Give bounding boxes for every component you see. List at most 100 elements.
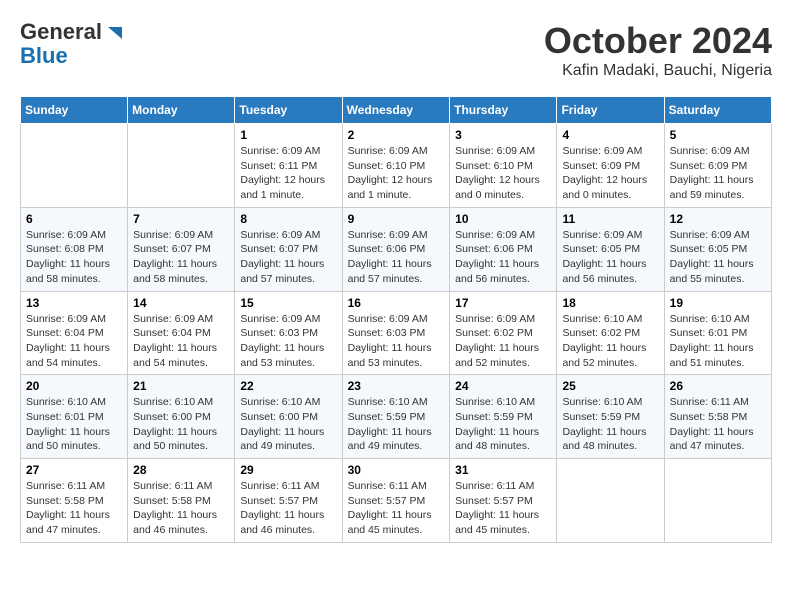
logo-arrow-icon [104, 23, 122, 41]
day-number: 10 [455, 212, 551, 226]
day-number: 16 [348, 296, 445, 310]
calendar-cell: 9 Sunrise: 6:09 AM Sunset: 6:06 PM Daylig… [342, 207, 450, 291]
title-block: October 2024 Kafin Madaki, Bauchi, Niger… [544, 20, 772, 80]
calendar-cell [21, 124, 128, 208]
weekday-header-saturday: Saturday [664, 97, 771, 124]
calendar-table: SundayMondayTuesdayWednesdayThursdayFrid… [20, 96, 772, 543]
calendar-cell: 11 Sunrise: 6:09 AM Sunset: 6:05 PM Dayli… [557, 207, 664, 291]
calendar-week-1: 1Sunrise: 6:09 AM Sunset: 6:11 PM Daylig… [21, 124, 772, 208]
day-number: 11 [562, 212, 658, 226]
day-info: Sunrise: 6:09 AM Sunset: 6:06 PM Dayligh… [455, 228, 551, 287]
day-info: Sunrise: 6:11 AM Sunset: 5:57 PM Dayligh… [240, 479, 336, 538]
calendar-cell [128, 124, 235, 208]
calendar-cell: 14Sunrise: 6:09 AM Sunset: 6:04 PM Dayli… [128, 291, 235, 375]
calendar-header-row: SundayMondayTuesdayWednesdayThursdayFrid… [21, 97, 772, 124]
day-info: Sunrise: 6:09 AM Sunset: 6:06 PM Dayligh… [348, 228, 445, 287]
day-info: Sunrise: 6:11 AM Sunset: 5:58 PM Dayligh… [26, 479, 122, 538]
weekday-header-friday: Friday [557, 97, 664, 124]
day-number: 30 [348, 463, 445, 477]
calendar-cell: 3Sunrise: 6:09 AM Sunset: 6:10 PM Daylig… [450, 124, 557, 208]
day-number: 28 [133, 463, 229, 477]
calendar-week-5: 27 Sunrise: 6:11 AM Sunset: 5:58 PM Dayli… [21, 459, 772, 543]
weekday-header-monday: Monday [128, 97, 235, 124]
day-info: Sunrise: 6:10 AM Sunset: 5:59 PM Dayligh… [348, 395, 445, 454]
day-info: Sunrise: 6:09 AM Sunset: 6:07 PM Dayligh… [133, 228, 229, 287]
calendar-week-4: 20 Sunrise: 6:10 AM Sunset: 6:01 PM Dayli… [21, 375, 772, 459]
calendar-cell: 24Sunrise: 6:10 AM Sunset: 5:59 PM Dayli… [450, 375, 557, 459]
calendar-cell [557, 459, 664, 543]
day-number: 5 [670, 128, 766, 142]
day-info: Sunrise: 6:10 AM Sunset: 6:00 PM Dayligh… [133, 395, 229, 454]
day-info: Sunrise: 6:10 AM Sunset: 5:59 PM Dayligh… [562, 395, 658, 454]
logo-general: General [20, 20, 102, 44]
day-info: Sunrise: 6:09 AM Sunset: 6:10 PM Dayligh… [348, 144, 445, 203]
calendar-cell: 28Sunrise: 6:11 AM Sunset: 5:58 PM Dayli… [128, 459, 235, 543]
day-info: Sunrise: 6:10 AM Sunset: 6:02 PM Dayligh… [562, 312, 658, 371]
day-info: Sunrise: 6:09 AM Sunset: 6:04 PM Dayligh… [26, 312, 122, 371]
day-number: 12 [670, 212, 766, 226]
page-header: General Blue October 2024 Kafin Madaki, … [20, 20, 772, 80]
calendar-cell: 29 Sunrise: 6:11 AM Sunset: 5:57 PM Dayli… [235, 459, 342, 543]
calendar-cell: 21 Sunrise: 6:10 AM Sunset: 6:00 PM Dayli… [128, 375, 235, 459]
weekday-header-tuesday: Tuesday [235, 97, 342, 124]
location: Kafin Madaki, Bauchi, Nigeria [544, 62, 772, 80]
day-number: 21 [133, 379, 229, 393]
day-number: 4 [562, 128, 658, 142]
day-number: 29 [240, 463, 336, 477]
calendar-cell: 6 Sunrise: 6:09 AM Sunset: 6:08 PM Daylig… [21, 207, 128, 291]
day-info: Sunrise: 6:09 AM Sunset: 6:02 PM Dayligh… [455, 312, 551, 371]
day-number: 22 [240, 379, 336, 393]
calendar-cell: 26 Sunrise: 6:11 AM Sunset: 5:58 PM Dayli… [664, 375, 771, 459]
day-number: 27 [26, 463, 122, 477]
day-info: Sunrise: 6:10 AM Sunset: 6:01 PM Dayligh… [26, 395, 122, 454]
day-info: Sunrise: 6:11 AM Sunset: 5:58 PM Dayligh… [670, 395, 766, 454]
day-number: 8 [240, 212, 336, 226]
calendar-cell: 17 Sunrise: 6:09 AM Sunset: 6:02 PM Dayli… [450, 291, 557, 375]
weekday-header-sunday: Sunday [21, 97, 128, 124]
day-number: 18 [562, 296, 658, 310]
calendar-cell: 5Sunrise: 6:09 AM Sunset: 6:09 PM Daylig… [664, 124, 771, 208]
calendar-cell: 4Sunrise: 6:09 AM Sunset: 6:09 PM Daylig… [557, 124, 664, 208]
day-number: 31 [455, 463, 551, 477]
calendar-cell: 16Sunrise: 6:09 AM Sunset: 6:03 PM Dayli… [342, 291, 450, 375]
calendar-week-2: 6 Sunrise: 6:09 AM Sunset: 6:08 PM Daylig… [21, 207, 772, 291]
day-info: Sunrise: 6:10 AM Sunset: 6:00 PM Dayligh… [240, 395, 336, 454]
day-info: Sunrise: 6:10 AM Sunset: 6:01 PM Dayligh… [670, 312, 766, 371]
day-number: 3 [455, 128, 551, 142]
day-number: 17 [455, 296, 551, 310]
day-number: 9 [348, 212, 445, 226]
day-number: 24 [455, 379, 551, 393]
day-info: Sunrise: 6:09 AM Sunset: 6:03 PM Dayligh… [240, 312, 336, 371]
day-info: Sunrise: 6:09 AM Sunset: 6:08 PM Dayligh… [26, 228, 122, 287]
calendar-cell: 20 Sunrise: 6:10 AM Sunset: 6:01 PM Dayli… [21, 375, 128, 459]
calendar-cell: 12Sunrise: 6:09 AM Sunset: 6:05 PM Dayli… [664, 207, 771, 291]
day-number: 20 [26, 379, 122, 393]
weekday-header-wednesday: Wednesday [342, 97, 450, 124]
day-info: Sunrise: 6:11 AM Sunset: 5:57 PM Dayligh… [455, 479, 551, 538]
calendar-cell: 22 Sunrise: 6:10 AM Sunset: 6:00 PM Dayli… [235, 375, 342, 459]
day-number: 13 [26, 296, 122, 310]
calendar-cell: 30 Sunrise: 6:11 AM Sunset: 5:57 PM Dayli… [342, 459, 450, 543]
calendar-cell: 19Sunrise: 6:10 AM Sunset: 6:01 PM Dayli… [664, 291, 771, 375]
day-number: 26 [670, 379, 766, 393]
day-info: Sunrise: 6:11 AM Sunset: 5:57 PM Dayligh… [348, 479, 445, 538]
calendar-cell: 25Sunrise: 6:10 AM Sunset: 5:59 PM Dayli… [557, 375, 664, 459]
calendar-cell: 18 Sunrise: 6:10 AM Sunset: 6:02 PM Dayli… [557, 291, 664, 375]
calendar-cell: 27 Sunrise: 6:11 AM Sunset: 5:58 PM Dayli… [21, 459, 128, 543]
calendar-week-3: 13 Sunrise: 6:09 AM Sunset: 6:04 PM Dayli… [21, 291, 772, 375]
logo-blue: Blue [20, 44, 68, 68]
day-number: 15 [240, 296, 336, 310]
day-number: 6 [26, 212, 122, 226]
day-number: 7 [133, 212, 229, 226]
weekday-header-thursday: Thursday [450, 97, 557, 124]
calendar-cell: 7 Sunrise: 6:09 AM Sunset: 6:07 PM Daylig… [128, 207, 235, 291]
day-number: 2 [348, 128, 445, 142]
calendar-cell: 10 Sunrise: 6:09 AM Sunset: 6:06 PM Dayli… [450, 207, 557, 291]
day-info: Sunrise: 6:09 AM Sunset: 6:11 PM Dayligh… [240, 144, 336, 203]
logo: General Blue [20, 20, 122, 68]
day-number: 23 [348, 379, 445, 393]
calendar-cell: 2 Sunrise: 6:09 AM Sunset: 6:10 PM Daylig… [342, 124, 450, 208]
calendar-cell: 1Sunrise: 6:09 AM Sunset: 6:11 PM Daylig… [235, 124, 342, 208]
calendar-cell: 15 Sunrise: 6:09 AM Sunset: 6:03 PM Dayli… [235, 291, 342, 375]
day-info: Sunrise: 6:09 AM Sunset: 6:05 PM Dayligh… [562, 228, 658, 287]
